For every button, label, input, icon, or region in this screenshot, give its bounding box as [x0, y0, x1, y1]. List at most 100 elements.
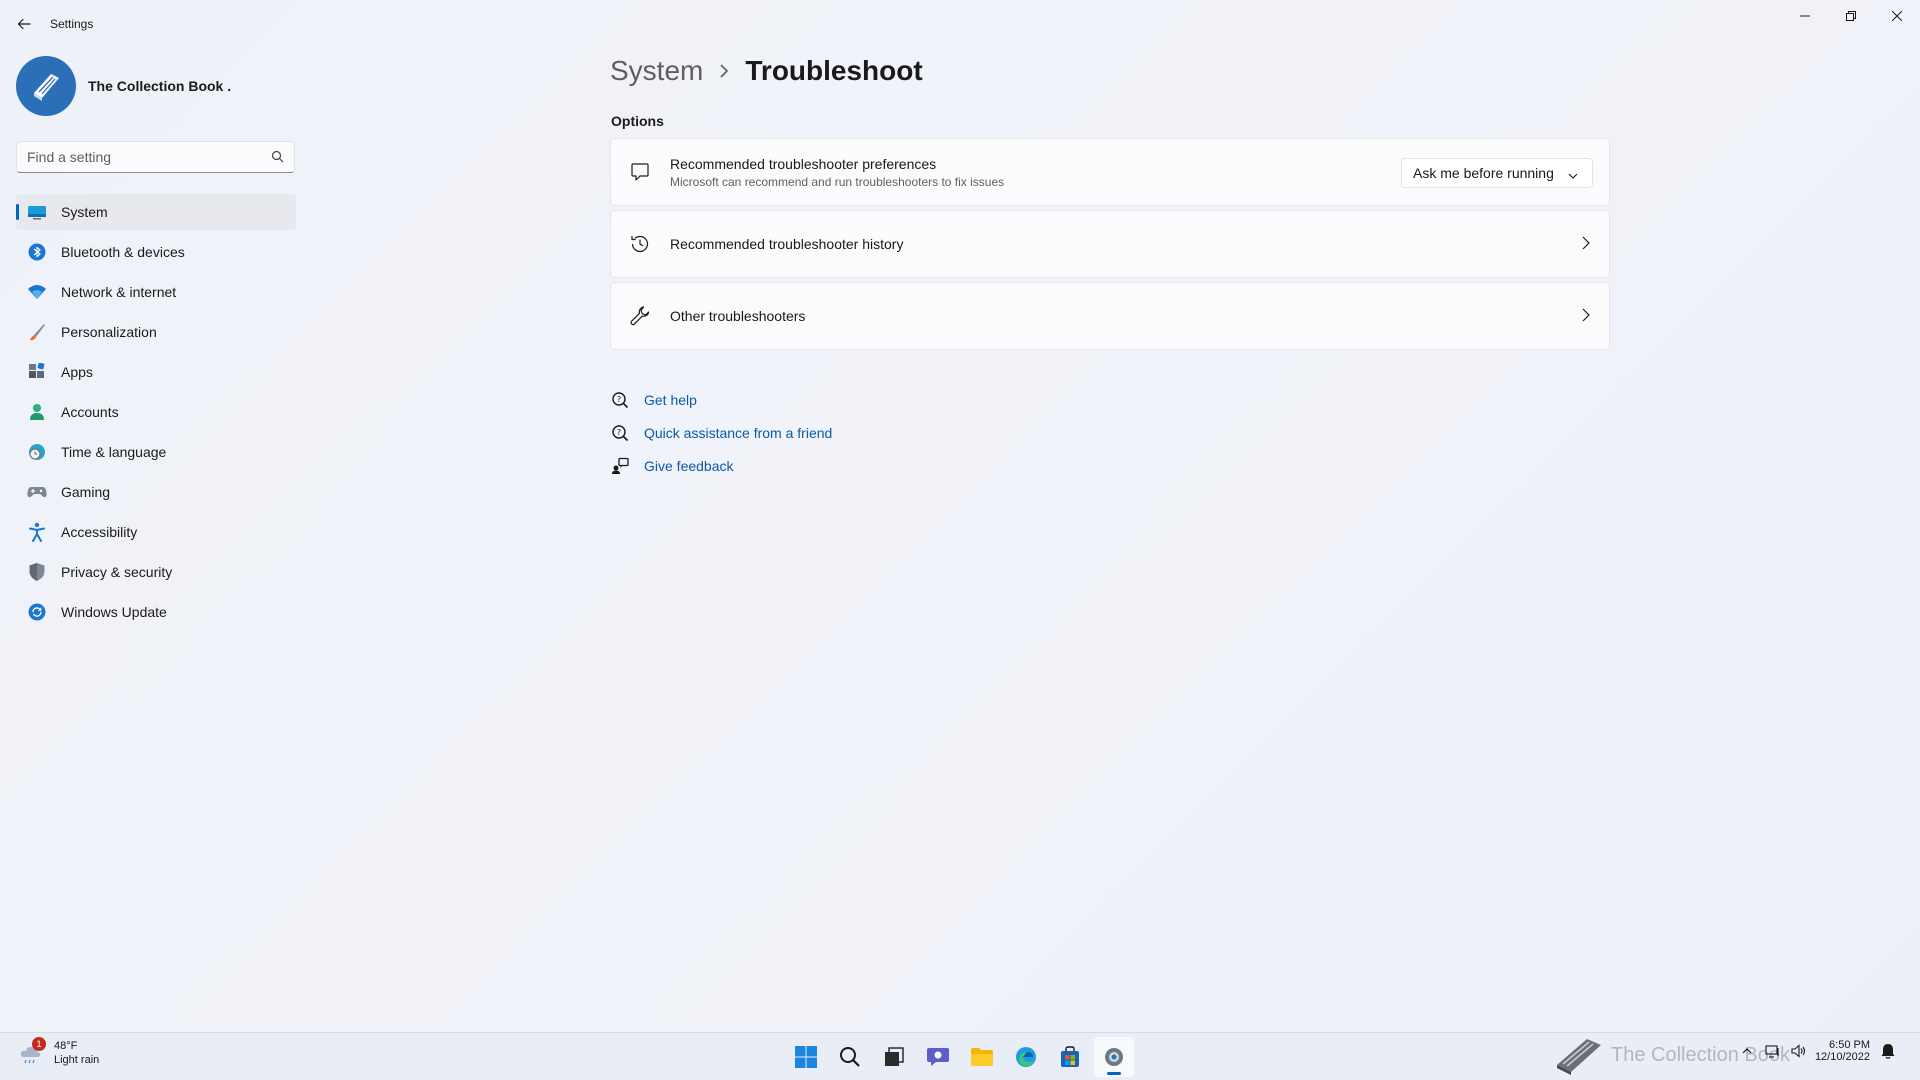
give-feedback-link[interactable]: Give feedback: [610, 449, 832, 482]
other-troubleshooters-card[interactable]: Other troubleshooters: [610, 282, 1610, 350]
store-icon: [1061, 1046, 1079, 1067]
dropdown-value: Ask me before running: [1413, 165, 1554, 181]
section-title: Options: [611, 113, 664, 129]
file-explorer-button[interactable]: [962, 1037, 1002, 1077]
close-button[interactable]: [1874, 0, 1920, 32]
breadcrumb: System Troubleshoot: [610, 55, 923, 87]
chevron-up-icon[interactable]: [1737, 1041, 1757, 1061]
card-title: Other troubleshooters: [670, 308, 806, 324]
quick-assist-icon: ?: [610, 423, 630, 443]
store-button[interactable]: [1050, 1037, 1090, 1077]
system-tray: 6:50 PM 12/10/2022: [1737, 1039, 1904, 1063]
sidebar-item-label: System: [61, 204, 108, 220]
taskbar: 1 48°F Light rain The Collection Book 6:…: [0, 1032, 1920, 1080]
chevron-right-icon: [719, 64, 729, 78]
teams-chat-icon: [927, 1048, 949, 1066]
update-icon: [26, 601, 48, 623]
back-button[interactable]: [12, 12, 36, 36]
search-input[interactable]: [17, 142, 247, 172]
start-button[interactable]: [786, 1037, 826, 1077]
sidebar-item-label: Gaming: [61, 484, 111, 500]
clock-date: 12/10/2022: [1814, 1051, 1870, 1063]
taskbar-apps: [786, 1037, 1138, 1077]
settings-taskbar-button[interactable]: [1094, 1037, 1134, 1077]
settings-icon: [1105, 1048, 1123, 1066]
sidebar-item-label: Windows Update: [61, 604, 167, 620]
sidebar-item-network[interactable]: Network & internet: [16, 274, 296, 310]
sidebar-item-accounts[interactable]: Accounts: [16, 394, 296, 430]
user-profile[interactable]: The Collection Book .: [16, 56, 231, 116]
search-box[interactable]: [16, 141, 295, 173]
minimize-icon: [1800, 15, 1810, 17]
help-icon: ?: [610, 390, 630, 410]
wifi-icon: [26, 281, 48, 303]
teams-chat-button[interactable]: [918, 1037, 958, 1077]
sidebar-item-label: Time & language: [61, 444, 167, 460]
weather-temp: 48°F: [54, 1040, 78, 1052]
sidebar-item-time-language[interactable]: Time & language: [16, 434, 296, 470]
network-icon[interactable]: [1763, 1041, 1783, 1061]
restore-button[interactable]: [1828, 0, 1874, 32]
sidebar-item-bluetooth[interactable]: Bluetooth & devices: [16, 234, 296, 270]
sidebar-item-accessibility[interactable]: Accessibility: [16, 514, 296, 550]
get-help-link[interactable]: ? Get help: [610, 383, 832, 416]
notification-bell-icon[interactable]: [1878, 1041, 1898, 1061]
volume-icon[interactable]: [1789, 1041, 1809, 1061]
link-label: Get help: [644, 391, 697, 408]
shield-icon: [26, 561, 48, 583]
task-view-button[interactable]: [874, 1037, 914, 1077]
history-card[interactable]: Recommended troubleshooter history: [610, 210, 1610, 278]
troubleshooter-preference-dropdown[interactable]: Ask me before running: [1401, 158, 1593, 188]
chevron-right-icon: [1581, 307, 1591, 328]
clock[interactable]: 6:50 PM 12/10/2022: [1815, 1039, 1870, 1063]
chat-bubble-icon: [628, 160, 652, 184]
quick-assistance-link[interactable]: ? Quick assistance from a friend: [610, 416, 832, 449]
edge-button[interactable]: [1006, 1037, 1046, 1077]
sidebar-item-personalization[interactable]: Personalization: [16, 314, 296, 350]
link-label: Give feedback: [644, 457, 734, 474]
sidebar-item-apps[interactable]: Apps: [16, 354, 296, 390]
profile-name: The Collection Book .: [88, 78, 232, 94]
svg-text:?: ?: [617, 428, 621, 437]
chevron-right-icon: [1581, 235, 1591, 256]
card-subtitle: Microsoft can recommend and run troubles…: [670, 174, 1005, 189]
card-title: Recommended troubleshooter history: [670, 236, 904, 252]
weather-widget[interactable]: 1 48°F Light rain: [18, 1037, 100, 1067]
file-explorer-icon: [971, 1048, 993, 1066]
globe-clock-icon: [26, 441, 48, 463]
sidebar-nav: System Bluetooth & devices Network & int…: [16, 194, 296, 634]
sidebar-item-privacy[interactable]: Privacy & security: [16, 554, 296, 590]
controller-icon: [26, 481, 48, 503]
bluetooth-icon: [26, 241, 48, 263]
sidebar-item-label: Accounts: [61, 404, 119, 420]
rain-cloud-icon: 1: [18, 1037, 46, 1067]
restore-icon: [1846, 11, 1856, 21]
sidebar-item-gaming[interactable]: Gaming: [16, 474, 296, 510]
apps-icon: [26, 361, 48, 383]
brush-icon: [26, 321, 48, 343]
task-view-icon: [885, 1047, 904, 1066]
sidebar-item-windows-update[interactable]: Windows Update: [16, 594, 296, 630]
help-links: ? Get help ? Quick assistance from a fri…: [610, 383, 832, 482]
preferences-card: Recommended troubleshooter preferences M…: [610, 138, 1610, 206]
breadcrumb-parent[interactable]: System: [610, 55, 703, 87]
weather-condition: Light rain: [54, 1054, 100, 1066]
title-bar: Settings: [0, 0, 1920, 48]
card-title: Recommended troubleshooter preferences: [670, 155, 937, 172]
sidebar-item-system[interactable]: System: [16, 194, 296, 230]
history-icon: [628, 232, 652, 256]
search-icon[interactable]: [271, 150, 284, 168]
minimize-button[interactable]: [1782, 0, 1828, 32]
sidebar-item-label: Bluetooth & devices: [61, 244, 185, 260]
edge-icon: [1016, 1047, 1036, 1067]
system-icon: [26, 201, 48, 223]
person-icon: [26, 401, 48, 423]
app-title: Settings: [50, 17, 94, 31]
link-label: Quick assistance from a friend: [644, 424, 833, 441]
svg-text:?: ?: [617, 395, 621, 404]
sidebar-item-label: Apps: [61, 364, 93, 380]
close-icon: [1892, 11, 1902, 21]
taskbar-search-button[interactable]: [830, 1037, 870, 1077]
sidebar-item-label: Accessibility: [61, 524, 138, 540]
sidebar-item-label: Network & internet: [61, 284, 177, 300]
